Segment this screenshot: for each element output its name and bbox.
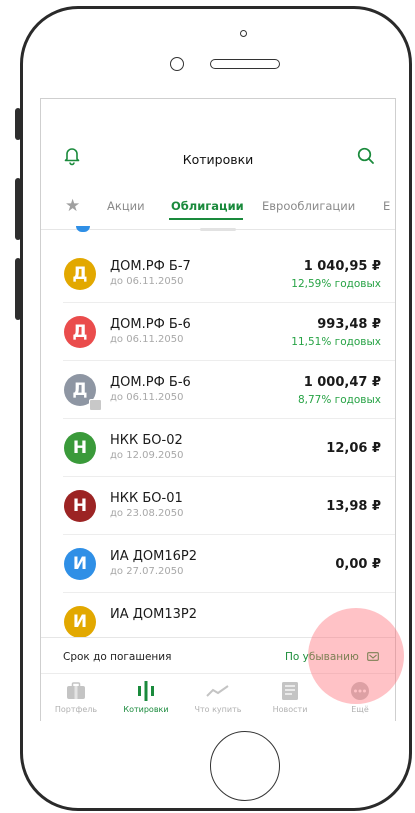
favorites-star-icon[interactable]: ★ <box>65 196 80 216</box>
maturity-date: до 12.09.2050 <box>110 450 184 461</box>
nav-quotes[interactable]: Котировки <box>111 680 181 714</box>
active-tab-indicator <box>169 218 243 220</box>
bond-yield: 8,77% годовых <box>297 394 381 406</box>
bond-name: НКК БО-01 <box>110 491 183 506</box>
bond-name: ДОМ.РФ Б-7 <box>110 259 191 274</box>
trend-icon <box>206 685 229 697</box>
nav-label: Что купить <box>194 705 242 714</box>
bond-yield: 12,59% годовых <box>291 278 381 290</box>
partial-list-avatar <box>76 226 90 232</box>
front-camera <box>170 57 184 71</box>
maturity-date: до 23.08.2050 <box>110 508 184 519</box>
list-item[interactable]: Д ДОМ.РФ Б-7 до 06.11.2050 1 040,95 ₽ 12… <box>41 245 395 303</box>
nav-portfolio[interactable]: Портфель <box>41 680 111 714</box>
bond-price: 1 000,47 ₽ <box>303 375 381 390</box>
bond-yield: 11,51% годовых <box>291 336 381 348</box>
nav-label: Ещё <box>351 705 369 714</box>
nav-label: Котировки <box>123 705 169 714</box>
issuer-avatar: Д <box>64 316 96 348</box>
bond-list: Д ДОМ.РФ Б-7 до 06.11.2050 1 040,95 ₽ 12… <box>41 245 395 637</box>
bond-name: ДОМ.РФ Б-6 <box>110 375 191 390</box>
bond-price: 12,06 ₽ <box>326 441 381 456</box>
bond-name: НКК БО-02 <box>110 433 183 448</box>
list-item[interactable]: И ИА ДОМ16Р2 до 27.07.2050 0,00 ₽ <box>41 535 395 593</box>
tab-more-truncated[interactable]: Е <box>383 199 390 213</box>
list-item[interactable]: Н НКК БО-02 до 12.09.2050 12,06 ₽ <box>41 419 395 477</box>
issuer-avatar: Н <box>64 490 96 522</box>
nav-news[interactable]: Новости <box>255 680 325 714</box>
list-item[interactable]: Д ДОМ.РФ Б-6 до 06.11.2050 1 000,47 ₽ 8,… <box>41 361 395 419</box>
lock-badge-icon <box>89 399 102 411</box>
bond-name: ИА ДОМ13Р2 <box>110 607 198 622</box>
tab-eurobonds[interactable]: Еврооблигации <box>262 199 355 213</box>
page-title: Котировки <box>182 152 254 167</box>
sensor-dot <box>240 30 247 37</box>
bond-name: ИА ДОМ16Р2 <box>110 549 198 564</box>
list-item[interactable]: Д ДОМ.РФ Б-6 до 06.11.2050 993,48 ₽ 11,5… <box>41 303 395 361</box>
issuer-avatar: Н <box>64 432 96 464</box>
news-icon <box>282 682 298 700</box>
nav-what-to-buy[interactable]: Что купить <box>183 680 253 714</box>
bond-price: 993,48 ₽ <box>317 317 381 332</box>
category-tabs: ★ Акции Облигации Еврооблигации Е <box>41 191 395 225</box>
sheet-grip <box>200 228 236 231</box>
bond-name: ДОМ.РФ Б-6 <box>110 317 191 332</box>
home-button[interactable] <box>210 731 280 801</box>
search-icon[interactable] <box>355 145 377 167</box>
list-item[interactable]: Н НКК БО-01 до 23.08.2050 13,98 ₽ <box>41 477 395 535</box>
maturity-date: до 27.07.2050 <box>110 566 184 577</box>
maturity-date: до 06.11.2050 <box>110 334 184 345</box>
maturity-date: до 06.11.2050 <box>110 276 184 287</box>
bond-price: 0,00 ₽ <box>335 557 381 572</box>
maturity-date: до 06.11.2050 <box>110 392 184 403</box>
touch-indicator <box>308 608 404 704</box>
header: Котировки <box>41 99 395 187</box>
sort-field-label[interactable]: Срок до погашения <box>63 651 171 663</box>
quotes-chart-icon <box>138 681 154 701</box>
nav-label: Портфель <box>54 705 98 714</box>
nav-label: Новости <box>272 705 308 714</box>
bond-price: 1 040,95 ₽ <box>303 259 381 274</box>
issuer-avatar: Д <box>64 258 96 290</box>
issuer-avatar: И <box>64 548 96 580</box>
briefcase-icon <box>67 682 85 699</box>
earpiece-speaker <box>210 59 280 69</box>
bond-price: 13,98 ₽ <box>326 499 381 514</box>
tab-stocks[interactable]: Акции <box>107 199 145 213</box>
issuer-avatar: И <box>64 606 96 637</box>
tab-bonds[interactable]: Облигации <box>171 199 244 213</box>
